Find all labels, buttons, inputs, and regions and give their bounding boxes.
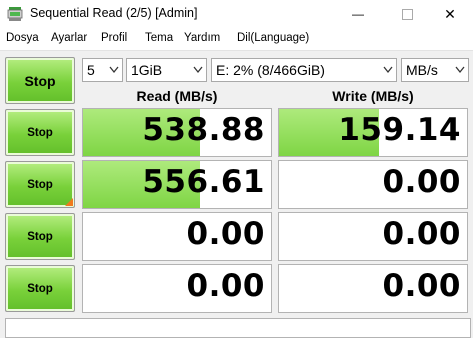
maximize-icon: [401, 8, 413, 20]
dropdown-arrow-icon: [455, 66, 465, 74]
row4-read-value: 0.00: [186, 268, 265, 304]
size-value: 1GiB: [131, 62, 163, 78]
row2-stop-button[interactable]: Stop: [5, 161, 75, 208]
menu-dosya[interactable]: Dosya: [6, 32, 39, 44]
row1-write-value: 159.14: [338, 112, 461, 148]
count-select[interactable]: 5: [82, 58, 123, 82]
active-test-marker: [65, 198, 73, 206]
row1-stop-button[interactable]: Stop: [5, 109, 75, 156]
row1-read-value: 538.88: [142, 112, 265, 148]
row3-read-value: 0.00: [186, 216, 265, 252]
title-bar[interactable]: Sequential Read (2/5) [Admin] — ✕: [0, 0, 473, 28]
maximize-button[interactable]: [384, 0, 430, 28]
app-icon: [7, 7, 23, 21]
count-value: 5: [87, 62, 95, 78]
close-icon: ✕: [444, 5, 456, 22]
minimize-icon: —: [352, 7, 364, 21]
row3-stop-label: Stop: [27, 230, 53, 243]
row4-write-value: 0.00: [382, 268, 461, 304]
menu-profil[interactable]: Profil: [101, 32, 127, 44]
drive-select[interactable]: E: 2% (8/466GiB): [211, 58, 397, 82]
unit-select[interactable]: MB/s: [401, 58, 469, 82]
row3-write-cell: 0.00: [278, 212, 468, 261]
row3-read-cell: 0.00: [82, 212, 272, 261]
comment-input[interactable]: [5, 318, 471, 338]
menu-tema[interactable]: Tema: [145, 32, 173, 44]
row4-write-cell: 0.00: [278, 264, 468, 313]
read-header: Read (MB/s): [136, 88, 218, 104]
unit-value: MB/s: [406, 62, 438, 78]
row2-write-cell: 0.00: [278, 160, 468, 209]
row3-stop-button[interactable]: Stop: [5, 213, 75, 260]
size-select[interactable]: 1GiB: [126, 58, 207, 82]
dropdown-arrow-icon: [383, 66, 393, 74]
row2-stop-label: Stop: [27, 178, 53, 191]
drive-value: E: 2% (8/466GiB): [216, 62, 325, 78]
all-stop-label: Stop: [24, 72, 56, 89]
row4-stop-label: Stop: [27, 282, 53, 295]
row1-read-cell: 538.88: [82, 108, 272, 157]
all-stop-button[interactable]: Stop: [5, 57, 75, 104]
window-title: Sequential Read (2/5) [Admin]: [30, 6, 198, 20]
row1-stop-label: Stop: [27, 126, 53, 139]
menu-yardim[interactable]: Yardım: [184, 32, 220, 44]
row2-read-value: 556.61: [142, 164, 265, 200]
row4-stop-button[interactable]: Stop: [5, 265, 75, 312]
dropdown-arrow-icon: [193, 66, 203, 74]
dropdown-arrow-icon: [109, 66, 119, 74]
minimize-button[interactable]: —: [335, 0, 381, 28]
row1-write-cell: 159.14: [278, 108, 468, 157]
menu-ayarlar[interactable]: Ayarlar: [51, 32, 87, 44]
row2-read-cell: 556.61: [82, 160, 272, 209]
menu-bar: Dosya Ayarlar Profil Tema Yardım Dil(Lan…: [0, 28, 473, 51]
row4-read-cell: 0.00: [82, 264, 272, 313]
menu-language[interactable]: Dil(Language): [237, 32, 309, 44]
row2-write-value: 0.00: [382, 164, 461, 200]
close-button[interactable]: ✕: [427, 0, 473, 28]
row3-write-value: 0.00: [382, 216, 461, 252]
write-header: Write (MB/s): [332, 88, 414, 104]
